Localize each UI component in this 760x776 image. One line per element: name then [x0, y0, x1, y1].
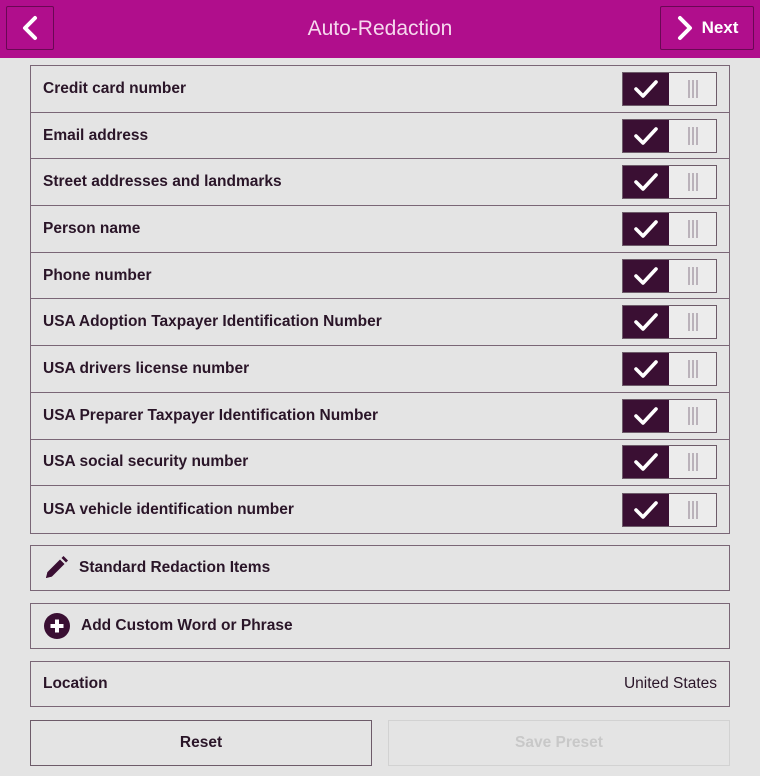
redaction-row: Credit card number — [31, 66, 729, 113]
toggle-on-segment — [623, 119, 669, 152]
add-custom-word-label: Add Custom Word or Phrase — [81, 617, 293, 634]
checkmark-icon — [634, 220, 658, 238]
grip-lines-icon — [687, 173, 698, 192]
redaction-item-label: USA vehicle identification number — [43, 500, 294, 518]
redaction-toggle[interactable] — [622, 351, 717, 386]
redaction-row: USA Preparer Taxpayer Identification Num… — [31, 393, 729, 440]
redaction-item-label: Person name — [43, 219, 141, 237]
toggle-off-segment — [669, 166, 716, 198]
toggle-off-segment — [669, 306, 716, 338]
redaction-item-label: Email address — [43, 126, 149, 144]
grip-lines-icon — [687, 359, 698, 378]
checkmark-icon — [634, 500, 658, 519]
redaction-item-label: USA Preparer Taxpayer Identification Num… — [43, 406, 379, 424]
grip-lines-icon — [687, 266, 698, 285]
toggle-off-segment — [669, 213, 716, 245]
redaction-item-label: Street addresses and landmarks — [43, 173, 282, 191]
grip-lines-icon — [687, 500, 698, 519]
checkmark-icon — [634, 80, 658, 98]
toggle-on-segment — [623, 212, 669, 245]
checkmark-icon — [634, 406, 658, 425]
redaction-item-label: USA Adoption Taxpayer Identification Num… — [43, 313, 382, 331]
toggle-on-segment — [623, 352, 669, 385]
next-button[interactable]: Next — [660, 6, 754, 50]
redaction-item-label: Phone number — [43, 266, 152, 284]
reset-button[interactable]: Reset — [30, 720, 372, 766]
redaction-row: USA vehicle identification number — [31, 486, 729, 533]
redaction-item-label: USA social security number — [43, 453, 249, 471]
toggle-off-segment — [669, 73, 716, 105]
back-button[interactable] — [6, 6, 54, 50]
toggle-off-segment — [669, 494, 716, 526]
redaction-item-label: USA drivers license number — [43, 359, 250, 377]
toggle-on-segment — [623, 399, 669, 432]
checkmark-icon — [634, 313, 658, 332]
redaction-toggle[interactable] — [622, 165, 717, 200]
redaction-item-label: Credit card number — [43, 79, 186, 97]
toggle-on-segment — [623, 259, 669, 292]
redaction-row: USA social security number — [31, 440, 729, 487]
redaction-row: Person name — [31, 206, 729, 253]
toggle-off-segment — [669, 120, 716, 152]
redaction-row: Phone number — [31, 253, 729, 300]
redaction-toggle[interactable] — [622, 305, 717, 340]
checkmark-icon — [634, 173, 658, 192]
next-label: Next — [701, 18, 739, 37]
grip-lines-icon — [687, 313, 698, 332]
checkmark-icon — [634, 126, 658, 145]
toggle-off-segment — [669, 353, 716, 385]
redaction-row: USA Adoption Taxpayer Identification Num… — [31, 299, 729, 347]
location-value: United States — [623, 675, 717, 692]
grip-lines-icon — [687, 453, 698, 472]
redaction-row: Street addresses and landmarks — [31, 159, 729, 207]
toggle-off-segment — [669, 446, 716, 478]
chevron-left-icon — [23, 16, 37, 40]
location-row[interactable]: Location United States — [30, 661, 730, 707]
toggle-on-segment — [623, 306, 669, 339]
redaction-toggle[interactable] — [622, 211, 717, 246]
redaction-toggle[interactable] — [622, 398, 717, 433]
pencil-icon — [46, 556, 68, 578]
redaction-toggle[interactable] — [622, 71, 717, 106]
redaction-list: Credit card number Email address Street ad… — [30, 65, 730, 534]
redaction-row: USA drivers license number — [31, 346, 729, 393]
plus-circle-icon — [44, 613, 70, 639]
toggle-off-segment — [669, 400, 716, 432]
save-preset-button[interactable]: Save Preset — [388, 720, 730, 766]
checkmark-icon — [634, 360, 658, 378]
checkmark-icon — [634, 266, 658, 285]
toggle-on-segment — [623, 446, 669, 479]
standard-redaction-items-label: Standard Redaction Items — [79, 559, 271, 576]
add-custom-word-row[interactable]: Add Custom Word or Phrase — [30, 603, 730, 649]
toggle-off-segment — [669, 260, 716, 292]
redaction-toggle[interactable] — [622, 258, 717, 293]
checkmark-icon — [634, 453, 658, 472]
toggle-on-segment — [623, 493, 669, 526]
page-title: Auto-Redaction — [307, 17, 453, 40]
redaction-toggle[interactable] — [622, 492, 717, 527]
toggle-on-segment — [623, 72, 669, 105]
toggle-on-segment — [623, 166, 669, 199]
redaction-toggle[interactable] — [622, 118, 717, 153]
chevron-right-icon — [677, 16, 692, 40]
grip-lines-icon — [687, 126, 698, 145]
standard-redaction-items-row[interactable]: Standard Redaction Items — [30, 545, 730, 591]
grip-lines-icon — [687, 79, 698, 98]
grip-lines-icon — [687, 219, 698, 238]
redaction-row: Email address — [31, 113, 729, 160]
grip-lines-icon — [687, 406, 698, 425]
app-header: Auto-Redaction Next — [0, 0, 760, 58]
redaction-toggle[interactable] — [622, 445, 717, 480]
location-label: Location — [43, 675, 108, 692]
